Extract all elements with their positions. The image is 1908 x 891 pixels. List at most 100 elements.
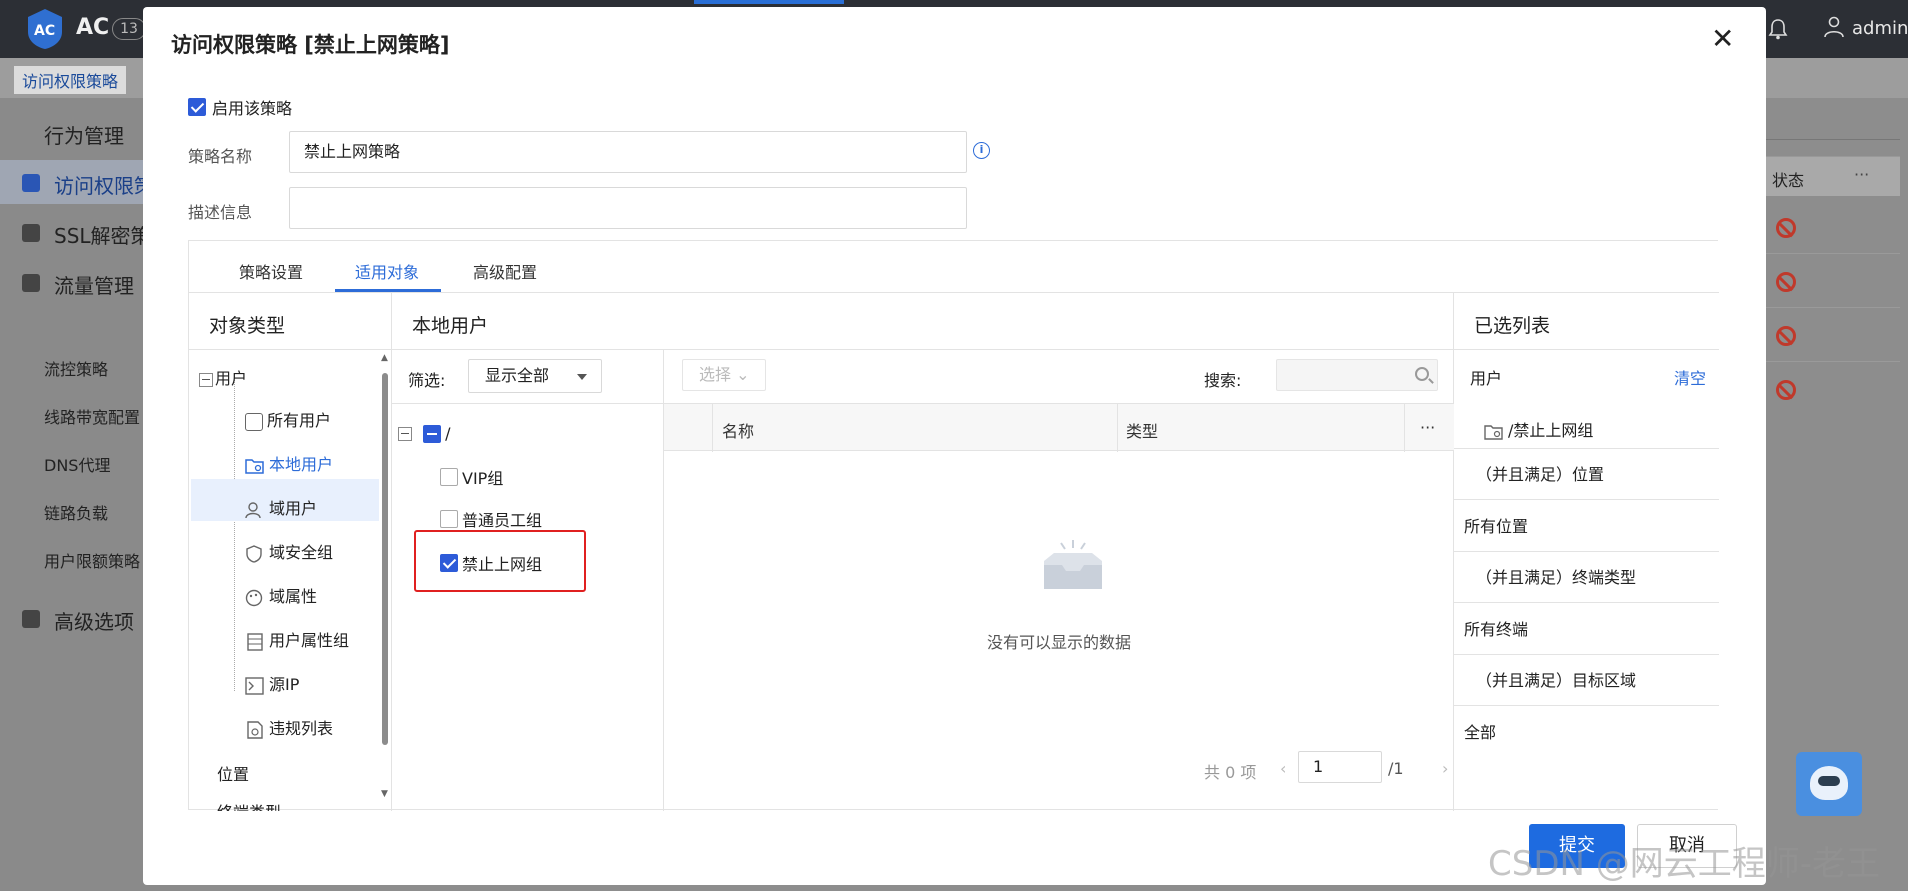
tab-applicable-objects[interactable]: 适用对象 <box>355 259 419 283</box>
assistant-robot-icon[interactable] <box>1796 752 1862 816</box>
checkbox-partial-icon[interactable] <box>423 424 442 443</box>
condition-location-value: 所有位置 <box>1464 517 1529 536</box>
bell-icon[interactable] <box>1768 18 1788 40</box>
description-label: 描述信息 <box>188 203 253 222</box>
group-item-vip[interactable]: VIP组 <box>440 465 503 489</box>
scrollbar-thumb[interactable] <box>382 373 388 745</box>
filter-select[interactable]: 显示全部 <box>468 359 602 393</box>
column-divider <box>1117 404 1118 452</box>
tree-node-terminal-type[interactable]: 终端类型 <box>217 799 281 811</box>
enable-policy-label: 启用该策略 <box>212 99 293 118</box>
disabled-status-icon <box>1776 326 1796 346</box>
shield-icon <box>246 544 262 563</box>
dialog-title: 访问权限策略 [禁止上网策略] <box>171 33 450 57</box>
divider <box>1454 448 1719 449</box>
tab-advanced-config[interactable]: 高级配置 <box>473 259 537 283</box>
group-root[interactable]: / <box>398 423 450 443</box>
tree-node-label: 用户属性组 <box>269 631 350 650</box>
close-icon[interactable]: ✕ <box>1711 25 1734 53</box>
divider <box>1454 654 1719 655</box>
background-table-header: 状态 ··· <box>1754 156 1900 196</box>
group-root-label: / <box>445 424 451 443</box>
description-input[interactable] <box>289 187 967 229</box>
type-column-header[interactable]: 类型 <box>1126 418 1158 442</box>
ssl-icon <box>22 224 40 242</box>
group-tree-pane: 筛选: 显示全部 / VIP组 普通员工组 禁止上网组 <box>392 349 664 811</box>
select-dropdown-button[interactable]: 选择 ⌄ <box>682 359 766 391</box>
policy-icon <box>22 174 40 192</box>
tree-node-label: 本地用户 <box>269 455 334 474</box>
tree-node-source-ip[interactable]: 源IP <box>245 671 299 695</box>
column-divider <box>1404 404 1405 452</box>
enable-policy-checkbox[interactable]: 启用该策略 <box>188 95 292 119</box>
divider <box>392 403 664 404</box>
tree-node-violation-list[interactable]: 违规列表 <box>245 715 333 739</box>
collapse-icon[interactable] <box>199 372 213 387</box>
chevron-right-icon[interactable]: › <box>1442 759 1448 778</box>
username[interactable]: admin <box>1852 18 1908 39</box>
scrollbar[interactable]: ▲ ▼ <box>380 353 390 803</box>
app-name: AC <box>76 15 110 40</box>
tree-node-all-users[interactable]: 所有用户 <box>245 407 331 431</box>
stack-icon <box>247 632 263 651</box>
more-columns-icon[interactable]: ··· <box>1420 418 1435 437</box>
users-icon <box>245 501 261 518</box>
table-header: 名称 类型 ··· <box>664 403 1454 452</box>
selected-list-header: 已选列表 <box>1474 315 1551 337</box>
tree-node-domain-users[interactable]: 域用户 <box>245 495 317 519</box>
scroll-down-icon[interactable]: ▼ <box>381 789 388 799</box>
breadcrumb-tab[interactable]: 访问权限策略 <box>14 66 127 94</box>
divider <box>1454 551 1719 552</box>
tree-node-domain-security-group[interactable]: 域安全组 <box>245 539 333 563</box>
palette-icon <box>245 589 263 606</box>
group-item-staff[interactable]: 普通员工组 <box>440 507 542 531</box>
svg-text:AC: AC <box>34 23 55 39</box>
tree-node-domain-attribute[interactable]: 域属性 <box>245 583 317 607</box>
selected-list-column: 已选列表 用户 清空 /禁止上网组 （并且满足）位置 所有位置 （并且满足）终端… <box>1454 293 1719 811</box>
selected-entry[interactable]: /禁止上网组 <box>1484 417 1593 441</box>
pagination-total: 共 0 项 <box>1204 763 1257 782</box>
page-number-input[interactable]: 1 <box>1298 751 1382 783</box>
search-input[interactable] <box>1276 359 1438 391</box>
tree-node-label: 所有用户 <box>267 411 332 430</box>
page-count: /1 <box>1388 759 1404 778</box>
submit-button[interactable]: 提交 <box>1529 824 1625 868</box>
checkbox-icon[interactable] <box>440 510 458 528</box>
search-icon[interactable] <box>1415 367 1429 381</box>
user-list-pane: 选择 ⌄ 搜索: 名称 类型 ··· 没有可以显示的数据 共 0 项 ‹ 1 /… <box>664 349 1454 811</box>
divider <box>1454 705 1719 706</box>
group-label: 普通员工组 <box>462 511 543 530</box>
sidebar-item-label: SSL解密策 <box>54 224 151 248</box>
chevron-left-icon[interactable]: ‹ <box>1280 759 1286 778</box>
clear-link[interactable]: 清空 <box>1674 365 1706 389</box>
divider <box>1454 499 1719 500</box>
condition-target-zone-value: 全部 <box>1464 723 1497 742</box>
divider <box>189 349 391 350</box>
user-icon[interactable] <box>1824 16 1844 38</box>
policy-name-label: 策略名称 <box>188 147 253 166</box>
tab-policy-settings[interactable]: 策略设置 <box>239 259 303 283</box>
pagination: 共 0 项 ‹ 1 /1 › <box>1204 749 1454 785</box>
highlight-annotation-box <box>414 530 586 592</box>
config-panel: 策略设置 适用对象 高级配置 对象类型 用户 所有用户 本地用户 域用户 域安全… <box>188 240 1719 811</box>
tree-node-local-users[interactable]: 本地用户 <box>245 451 333 475</box>
name-column-header[interactable]: 名称 <box>722 418 754 442</box>
tree-node-user[interactable]: 用户 <box>199 365 247 389</box>
collapse-icon[interactable] <box>398 426 412 441</box>
cancel-button[interactable]: 取消 <box>1637 824 1737 868</box>
sidebar-item-label: 高级选项 <box>54 610 134 634</box>
doc-icon <box>247 720 263 739</box>
local-users-header: 本地用户 <box>412 315 489 337</box>
checkbox-icon[interactable] <box>440 468 458 486</box>
tree-node-user-attribute-group[interactable]: 用户属性组 <box>245 627 349 651</box>
policy-name-input[interactable]: 禁止上网策略 <box>289 131 967 173</box>
condition-terminal-title: （并且满足）终端类型 <box>1476 568 1637 587</box>
tree-node-location[interactable]: 位置 <box>217 761 249 785</box>
checkbox-checked-icon[interactable] <box>188 98 206 116</box>
scroll-up-icon[interactable]: ▲ <box>381 353 388 363</box>
info-icon[interactable]: i <box>973 142 990 159</box>
folder-user-icon <box>245 458 264 474</box>
tree-node-label: 域安全组 <box>269 543 334 562</box>
empty-inbox-icon <box>1044 540 1102 589</box>
condition-terminal-value: 所有终端 <box>1464 620 1529 639</box>
